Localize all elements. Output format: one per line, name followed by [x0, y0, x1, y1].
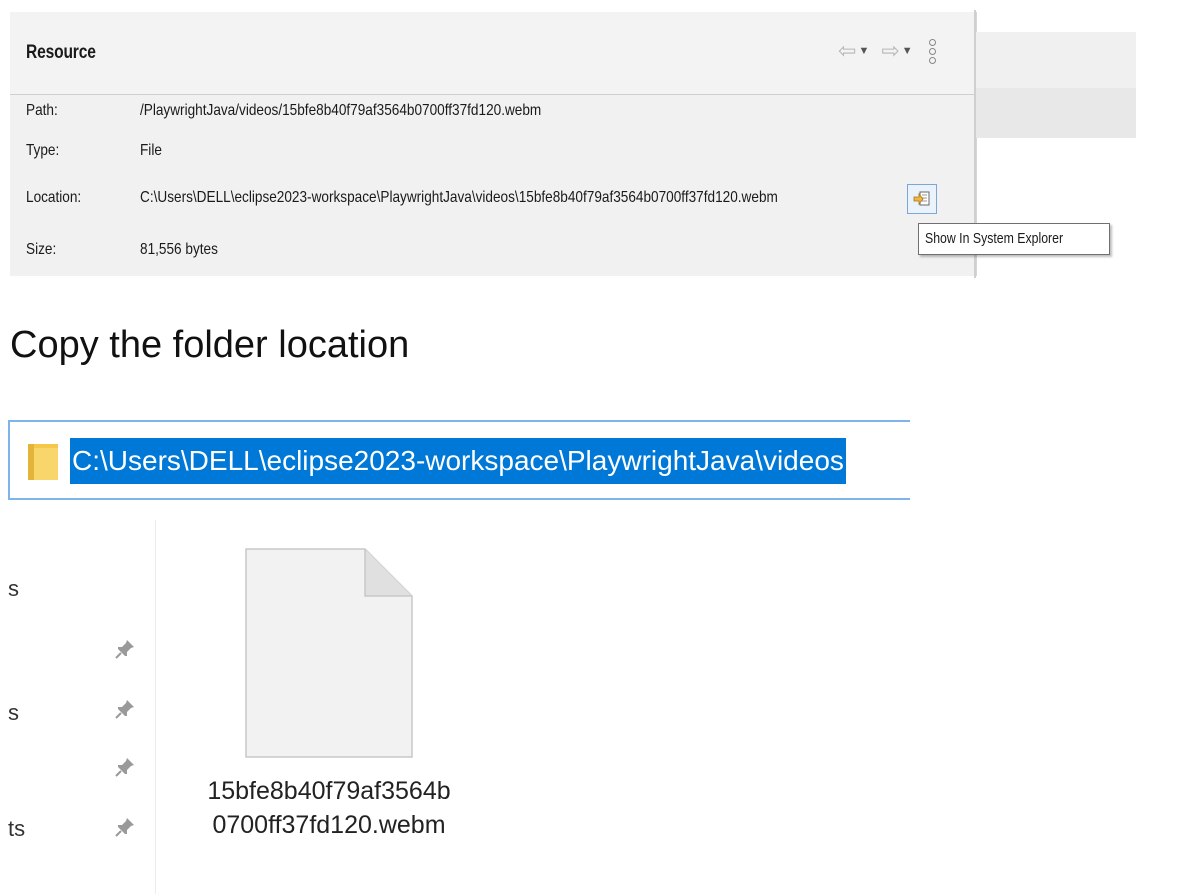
- address-input[interactable]: C:\Users\DELL\eclipse2023-workspace\Play…: [70, 438, 846, 484]
- properties-header: Resource ⇦ ▼ ⇨ ▼: [10, 12, 976, 95]
- nav-item[interactable]: s: [8, 576, 19, 602]
- pin-icon[interactable]: [114, 638, 136, 660]
- navigation-pane: s s ts: [0, 520, 156, 894]
- chevron-down-icon[interactable]: ▼: [902, 45, 913, 57]
- instruction-caption: Copy the folder location: [10, 324, 410, 366]
- back-button[interactable]: ⇦ ▼: [838, 40, 877, 62]
- property-label: Path:: [26, 102, 58, 119]
- forward-button[interactable]: ⇨ ▼: [881, 40, 920, 62]
- property-value[interactable]: /PlaywrightJava/videos/15bfe8b40f79af356…: [140, 102, 541, 120]
- properties-toolbar: ⇦ ▼ ⇨ ▼: [838, 36, 936, 66]
- folder-icon: [28, 444, 58, 480]
- show-in-system-explorer-button[interactable]: [907, 184, 937, 214]
- property-label: Type:: [26, 142, 60, 159]
- property-value[interactable]: C:\Users\DELL\eclipse2023-workspace\Play…: [140, 189, 778, 207]
- properties-panel: Resource ⇦ ▼ ⇨ ▼ Path: /PlaywrightJava/v…: [10, 12, 977, 276]
- file-icon: [245, 548, 413, 758]
- pin-icon[interactable]: [114, 816, 136, 838]
- nav-item[interactable]: s: [8, 700, 19, 726]
- nav-item[interactable]: ts: [8, 816, 25, 842]
- open-in-explorer-icon: [913, 191, 930, 206]
- back-arrow-icon: ⇦: [838, 38, 857, 63]
- chevron-down-icon[interactable]: ▼: [858, 45, 869, 57]
- property-value[interactable]: File: [140, 142, 162, 160]
- address-bar[interactable]: C:\Users\DELL\eclipse2023-workspace\Play…: [8, 420, 910, 500]
- tooltip: Show In System Explorer: [918, 223, 1110, 255]
- property-label: Size:: [26, 241, 57, 258]
- property-value[interactable]: 81,556 bytes: [140, 241, 218, 259]
- view-menu-icon[interactable]: [928, 38, 936, 64]
- pin-icon[interactable]: [114, 698, 136, 720]
- pin-icon[interactable]: [114, 756, 136, 778]
- adjacent-view: [976, 32, 1136, 138]
- property-label: Location:: [26, 189, 82, 206]
- properties-title: Resource: [26, 42, 96, 63]
- file-name: 15bfe8b40f79af3564b0700ff37fd120.webm: [207, 777, 451, 839]
- forward-arrow-icon: ⇨: [881, 38, 900, 63]
